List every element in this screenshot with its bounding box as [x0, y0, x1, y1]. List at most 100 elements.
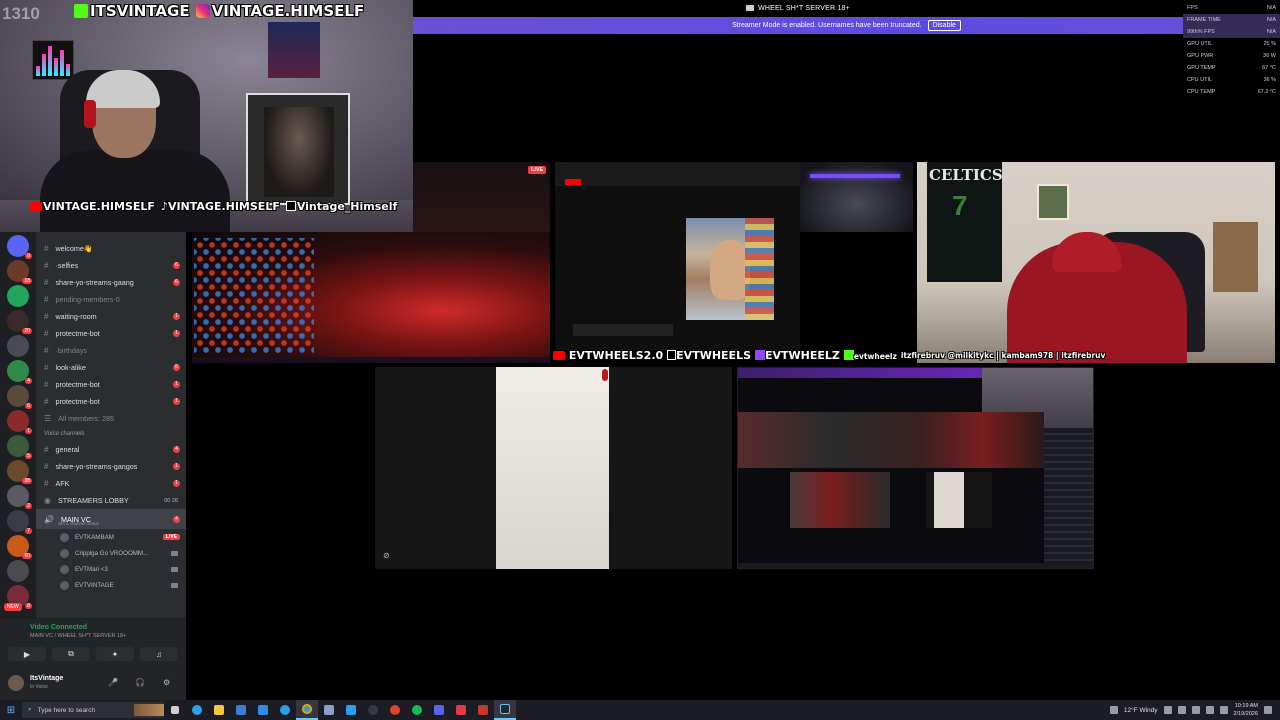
youtube-handle-text: VINTAGE.HIMSELF — [43, 200, 155, 213]
channel-list: # welcome👋 # ·selfies 6 # share-yo-streams-gaa… — [36, 232, 186, 618]
main-vc-status[interactable]: Set a channel status — [58, 521, 99, 526]
server-icon[interactable]: 2 — [7, 485, 32, 509]
voice-channel[interactable]: ◉ STREAMERS LOBBY 00 26 — [36, 492, 186, 509]
server-icon[interactable] — [7, 335, 29, 357]
server-icon[interactable]: 9 — [7, 235, 32, 259]
twitch-tag: EVTWHEELZ — [755, 349, 840, 362]
camera-icon — [171, 566, 178, 572]
microphone-icon[interactable]: 🎤 — [108, 678, 118, 687]
windows-start-icon[interactable]: ⊞ — [0, 700, 22, 720]
server-icon[interactable]: 38 — [7, 460, 32, 484]
soundboard-button[interactable]: ♫ — [140, 647, 178, 661]
skype-icon[interactable] — [274, 700, 296, 720]
server-icon[interactable] — [7, 285, 29, 307]
text-channel[interactable]: # pending-members-0 — [36, 291, 186, 308]
voice-category[interactable]: Voice channels — [36, 427, 186, 441]
search-icon: ⌕ — [28, 706, 32, 713]
spotify-icon[interactable] — [406, 700, 428, 720]
text-channel[interactable]: # protectme-bot 1 — [36, 393, 186, 410]
voice-channel-main-vc[interactable]: 🔊 MAIN VC Set a channel status 4 — [36, 509, 186, 529]
stream-tile-game[interactable] — [192, 232, 550, 363]
twitch-icon — [755, 350, 766, 360]
app-icon[interactable] — [472, 700, 494, 720]
notification-icon[interactable] — [1264, 706, 1272, 714]
vpn-icon[interactable] — [450, 700, 472, 720]
voice-channel[interactable]: # AFK 1 — [36, 475, 186, 492]
discord-icon — [746, 5, 755, 12]
user-avatar[interactable] — [8, 675, 24, 691]
network-app-icon[interactable] — [340, 700, 362, 720]
server-icon[interactable]: 20 — [7, 310, 32, 334]
tray-app-icon[interactable] — [1191, 706, 1200, 714]
server-icon[interactable]: 1 — [7, 410, 32, 434]
server-icon[interactable]: 60 — [7, 535, 32, 559]
server-icon[interactable]: 5 — [7, 435, 32, 459]
server-icon[interactable]: 4 — [7, 360, 32, 384]
server-icon[interactable]: 18 — [7, 260, 32, 284]
voice-user[interactable]: Cripplga Go VROOOMM... — [36, 545, 186, 561]
red-object — [602, 369, 608, 381]
voice-user-name: EVTKAMBAM — [75, 533, 114, 541]
headphones-icon[interactable]: 🎧 — [135, 678, 145, 687]
volume-icon[interactable] — [1219, 706, 1228, 714]
edge-icon[interactable] — [186, 700, 208, 720]
taskbar-search[interactable]: ⌕ Type here to search — [22, 702, 164, 718]
file-explorer-icon[interactable] — [208, 700, 230, 720]
muted-mic-icon: ⊘ — [383, 551, 390, 560]
chevron-up-icon[interactable] — [1163, 706, 1172, 714]
chrome-icon[interactable] — [296, 700, 318, 720]
voice-user[interactable]: EVTKAMBAM LIVE — [36, 529, 186, 545]
server-icon[interactable]: 7 — [7, 510, 32, 534]
text-channel[interactable]: # waiting-room 1 — [36, 308, 186, 325]
voice-user[interactable]: EVTMari <3 — [36, 561, 186, 577]
stream-tile-youtube[interactable] — [555, 162, 800, 350]
wall-shelf — [1213, 222, 1258, 292]
stream-tile-phone[interactable]: ⊘ — [375, 367, 732, 569]
stream-tile-webcam-large[interactable]: CELTICS 7 — [917, 162, 1275, 363]
server-icon[interactable]: 6 — [7, 385, 32, 409]
unread-badge: 1 — [173, 463, 180, 470]
speaker-icon: # — [44, 479, 49, 488]
obs-icon[interactable] — [362, 700, 384, 720]
clock[interactable]: 10:19 AM 2/19/2026 — [1234, 702, 1258, 718]
text-channel[interactable]: ☰ All members: 285 — [36, 410, 186, 427]
wifi-icon[interactable] — [1205, 706, 1214, 714]
text-channel[interactable]: # welcome👋 — [36, 240, 186, 257]
kick-handle: ITSVINTAGE — [74, 2, 190, 20]
task-view-icon[interactable] — [164, 700, 186, 720]
clock-time: 10:19 AM — [1234, 703, 1258, 709]
server-icon[interactable] — [7, 560, 29, 582]
photos-icon[interactable] — [318, 700, 340, 720]
voice-channel[interactable]: # general 4 — [36, 441, 186, 458]
stream-taskbar — [192, 357, 550, 363]
text-channel[interactable]: # ·birthdays — [36, 342, 186, 359]
weather-widget[interactable]: 12°F Windy — [1124, 707, 1158, 714]
text-channel[interactable]: # protectme-bot 1 — [36, 325, 186, 342]
steam-icon[interactable] — [494, 700, 516, 720]
search-placeholder: Type here to search — [37, 706, 96, 714]
stream-tile-screen-share[interactable] — [737, 367, 1094, 569]
screen-share-button[interactable]: ⧉ — [52, 647, 90, 661]
media-app-icon[interactable] — [428, 700, 450, 720]
camera-button[interactable]: ▶ — [8, 647, 46, 661]
tray-app-icon[interactable] — [1177, 706, 1186, 714]
social-handles-bottom: VINTAGE.HIMSELF ♪VINTAGE.HIMSELF Vintage… — [30, 200, 397, 213]
activities-button[interactable]: ✦ — [96, 647, 134, 661]
browser-icon[interactable] — [384, 700, 406, 720]
disable-streamer-mode-button[interactable]: Disable — [927, 20, 961, 31]
x-handle: Vintage_Himself — [285, 200, 397, 213]
voice-channel-path[interactable]: MAIN VC / WHEEL SH*T SERVER 18+ — [30, 633, 126, 639]
text-channel[interactable]: # share-yo-streams-gaang 6 — [36, 274, 186, 291]
gear-icon[interactable]: ⚙ — [163, 678, 170, 687]
stream-tile-webcam-small[interactable] — [800, 162, 913, 232]
camera-icon — [171, 550, 178, 556]
text-channel[interactable]: # protectme-bot 1 — [36, 376, 186, 393]
window-title: WHEEL SH*T SERVER 18+ — [746, 5, 850, 12]
text-channel[interactable]: # ·selfies 6 — [36, 257, 186, 274]
store-icon[interactable] — [230, 700, 252, 720]
network-icon[interactable] — [1109, 706, 1118, 714]
text-channel[interactable]: # look-alike 6 — [36, 359, 186, 376]
voice-channel[interactable]: # share-yo-streams-gangos 1 — [36, 458, 186, 475]
mail-icon[interactable] — [252, 700, 274, 720]
voice-user[interactable]: EVTVINTAGE — [36, 577, 186, 593]
